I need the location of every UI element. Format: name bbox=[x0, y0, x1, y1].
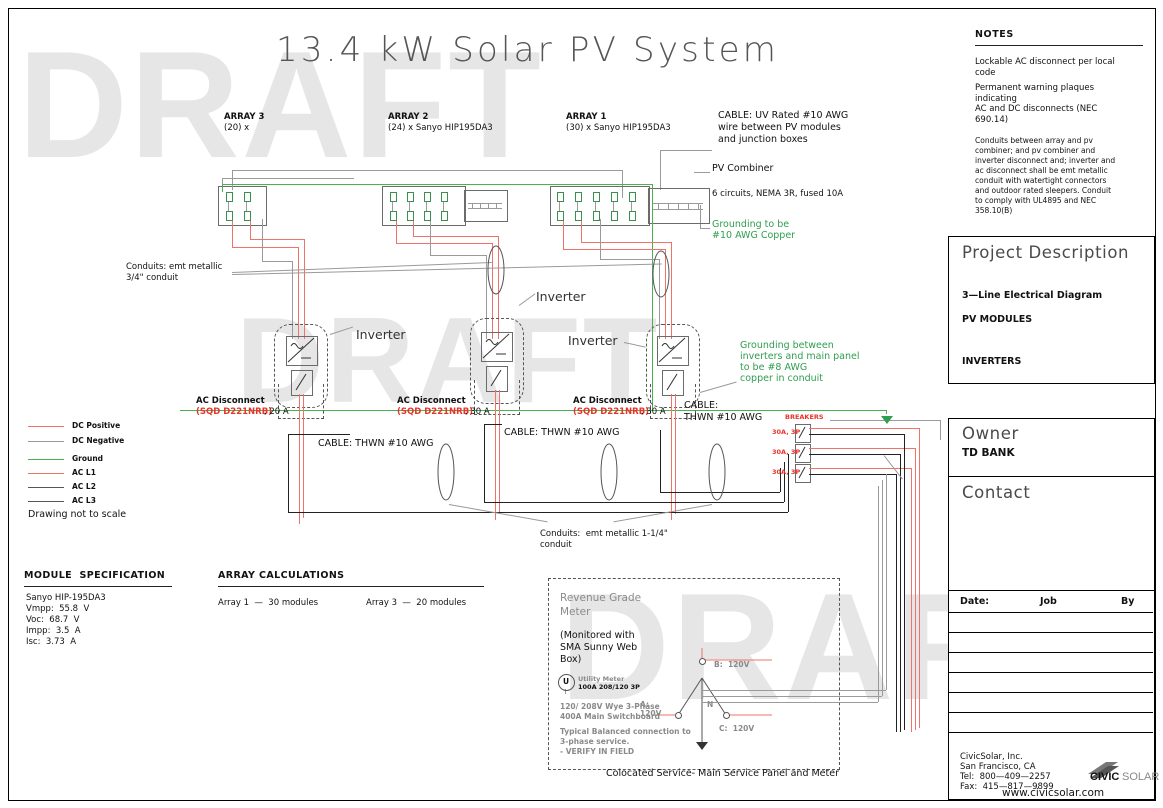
legend-label-2: Ground bbox=[72, 454, 104, 463]
conduit-marker-5 bbox=[708, 443, 726, 501]
breakers-label: BREAKERS bbox=[785, 413, 824, 421]
project-line-0: 3—Line Electrical Diagram bbox=[962, 290, 1103, 301]
project-line-1: PV MODULES bbox=[962, 314, 1033, 325]
utility-meter-glyph: U bbox=[563, 677, 570, 686]
module-spec-heading: MODULE SPECIFICATION bbox=[24, 570, 166, 581]
civicsolar-logo-light: SOLAR bbox=[1122, 771, 1160, 783]
project-line-2: INVERTERS bbox=[962, 356, 1022, 367]
ac-disconnect-2-label: AC Disconnect bbox=[397, 396, 466, 406]
phase-b-label: B: 120V bbox=[714, 660, 750, 669]
legend-label-0: DC Positive bbox=[72, 421, 121, 430]
module-spec-line-3: Impp: 3.5 A bbox=[26, 626, 81, 636]
civicsolar-logo-bold: CIVIC bbox=[1090, 771, 1120, 783]
ac-disconnect-2-part: (SQD D221NRB) bbox=[397, 407, 474, 417]
meter-heading: Revenue Grade bbox=[560, 592, 642, 604]
array-calc-heading: ARRAY CALCULATIONS bbox=[218, 570, 345, 581]
ac-disconnect-3-label: AC Disconnect bbox=[573, 396, 642, 406]
legend-label-3: AC L1 bbox=[72, 468, 96, 477]
revision-table bbox=[948, 590, 1155, 752]
array-1-name: ARRAY 1 bbox=[566, 112, 607, 122]
meter-caption: Colocated Service- Main Service Panel an… bbox=[606, 768, 840, 779]
legend-note: Drawing not to scale bbox=[28, 509, 127, 520]
inverter-2-label: Inverter bbox=[536, 289, 586, 304]
callout-grounding-combiner: Grounding to be #10 AWG Copper bbox=[712, 219, 796, 241]
drawing-sheet: DRAFT DRAFT DRAFT 13.4 kW Solar PV Syste… bbox=[0, 0, 1163, 808]
ac-disconnect-3-amps: , 30 A bbox=[641, 407, 666, 417]
revision-col-date: Date: bbox=[960, 596, 990, 607]
array-calc-col-2: Array 3 — 20 modules bbox=[366, 598, 467, 608]
contact-heading: Contact bbox=[962, 483, 1031, 502]
inverter-1-label: Inverter bbox=[356, 327, 406, 342]
breaker-3-rating: 30A, 3P bbox=[772, 468, 801, 476]
meter-heading-2: Meter bbox=[560, 606, 591, 618]
owner-value: TD BANK bbox=[962, 447, 1015, 459]
utility-meter-detail: 100A 208/120 3P bbox=[578, 683, 640, 691]
module-spec-line-1: Vmpp: 55.8 V bbox=[26, 604, 90, 614]
breaker-1-rating: 30A, 3P bbox=[772, 428, 801, 436]
inverter-3-label: Inverter bbox=[568, 333, 618, 348]
legend-swatch-1 bbox=[28, 441, 64, 442]
ac-disconnect-3-part: (SQD D221NRB) bbox=[573, 407, 650, 417]
legend-swatch-5 bbox=[28, 501, 64, 502]
ac-disconnect-1-part: (SQD D221NRB) bbox=[196, 407, 273, 417]
company-name: CivicSolar, Inc. bbox=[960, 752, 1023, 762]
revision-col-by: By bbox=[1121, 596, 1135, 607]
company-tel: Tel: 800—409—2257 bbox=[960, 772, 1051, 782]
legend-swatch-4 bbox=[28, 487, 64, 488]
legend-swatch-0 bbox=[28, 426, 64, 427]
module-spec-line-2: Voc: 68.7 V bbox=[26, 615, 80, 625]
conduit-marker-4 bbox=[600, 443, 618, 501]
conduit-marker-2 bbox=[652, 250, 670, 298]
inverter-2-glyph bbox=[482, 333, 510, 359]
cable-label-1: CABLE: THWN #10 AWG bbox=[318, 438, 434, 449]
module-spec-line-4: Isc: 3.73 A bbox=[26, 637, 77, 647]
revision-col-job: Job bbox=[1040, 596, 1057, 607]
utility-meter-label: Utility Meter bbox=[578, 675, 625, 683]
legend-swatch-2 bbox=[28, 459, 64, 460]
company-city: San Francisco, CA bbox=[960, 762, 1036, 772]
combiner-array-2 bbox=[464, 190, 508, 222]
legend-label-4: AC L2 bbox=[72, 482, 96, 491]
project-description-heading: Project Description bbox=[962, 243, 1130, 262]
meter-monitored: (Monitored with SMA Sunny Web Box) bbox=[560, 630, 638, 665]
array-calc-col-1: Array 1 — 30 modules bbox=[218, 598, 319, 608]
notes-item-1: Permanent warning plaques indicating AC … bbox=[975, 83, 1098, 125]
callout-conduit-lower: Conduits: emt metallic 1-1/4" conduit bbox=[540, 529, 668, 550]
callout-pv-combiner: PV Combiner bbox=[712, 163, 774, 174]
notes-item-0: Lockable AC disconnect per local code bbox=[975, 57, 1115, 78]
conduit-marker-1 bbox=[487, 245, 505, 295]
callout-grounding-inverters: Grounding between inverters and main pan… bbox=[740, 340, 860, 384]
notes-item-2: Conduits between array and pv combiner; … bbox=[975, 136, 1116, 215]
ac-disconnect-2-amps: , 30 A bbox=[465, 407, 490, 417]
array-1-spec: (30) x Sanyo HIP195DA3 bbox=[566, 123, 671, 133]
phase-a-label: A: 120V bbox=[640, 700, 662, 718]
phase-c-label: C: 120V bbox=[719, 724, 755, 733]
legend-label-5: AC L3 bbox=[72, 496, 96, 505]
inverter-1-glyph bbox=[287, 337, 315, 363]
breaker-2-rating: 30A, 3P bbox=[772, 448, 801, 456]
inverter-3-glyph bbox=[658, 337, 686, 363]
cable-label-3: CABLE: THWN #10 AWG bbox=[684, 400, 763, 423]
company-web: www.civicsolar.com bbox=[1002, 787, 1105, 799]
ac-disconnect-1-amps: , 20 A bbox=[264, 407, 289, 417]
array-2-spec: (24) x Sanyo HIP195DA3 bbox=[388, 123, 493, 133]
callout-cable-pv: CABLE: UV Rated #10 AWG wire between PV … bbox=[718, 110, 849, 145]
module-spec-line-0: Sanyo HIP-195DA3 bbox=[26, 593, 106, 603]
legend-swatch-3 bbox=[28, 473, 64, 474]
cable-label-2: CABLE: THWN #10 AWG bbox=[504, 427, 620, 438]
neutral-label: N bbox=[707, 700, 714, 709]
notes-heading: NOTES bbox=[975, 29, 1014, 40]
ac-disconnect-1-label: AC Disconnect bbox=[196, 396, 265, 406]
owner-heading: Owner bbox=[962, 424, 1019, 443]
array-2-name: ARRAY 2 bbox=[388, 112, 429, 122]
page-title: 13.4 kW Solar PV System bbox=[276, 30, 780, 70]
array-3-spec: (20) x bbox=[224, 123, 250, 133]
callout-conduit-upper: Conduits: emt metallic 3/4" conduit bbox=[126, 262, 223, 283]
typical-connection-note: Typical Balanced connection to 3-phase s… bbox=[560, 727, 691, 756]
callout-pv-combiner-detail: 6 circuits, NEMA 3R, fused 10A bbox=[712, 189, 844, 199]
legend-label-1: DC Negative bbox=[72, 436, 125, 445]
conduit-marker-3 bbox=[437, 443, 455, 501]
array-3-name: ARRAY 3 bbox=[224, 112, 265, 122]
